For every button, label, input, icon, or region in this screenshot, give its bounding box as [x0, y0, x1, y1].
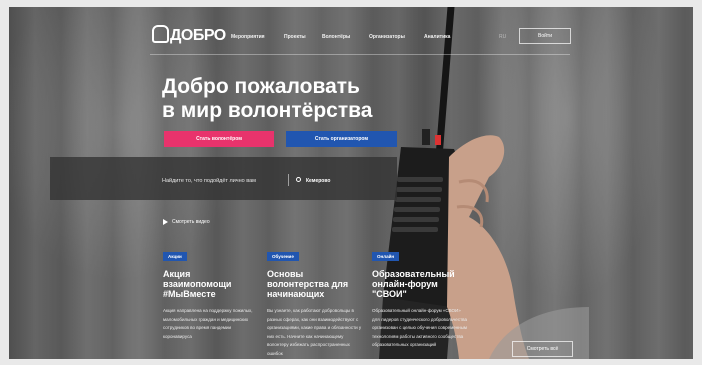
logo-text: ДОБРО	[170, 27, 226, 44]
search-divider	[288, 174, 289, 186]
become-volunteer-button[interactable]: Стать волонтёром	[164, 131, 274, 147]
nav-item-projects[interactable]: Проекты	[284, 34, 306, 40]
hero-title: Добро пожаловать в мир волонтёрства	[162, 75, 373, 122]
search-input[interactable]: Найдите то, что подойдёт лично вам	[162, 178, 256, 184]
card-tag: Обучение	[267, 252, 299, 261]
card-mutual-aid[interactable]: Акции Акция взаимопомощи #МыВместе Акция…	[163, 245, 258, 341]
card-title[interactable]: Акция взаимопомощи #МыВместе	[163, 269, 258, 299]
become-organizer-button[interactable]: Стать организатором	[286, 131, 397, 147]
location-pin-icon	[296, 177, 301, 182]
hero-background-photo: ДОБРО Мероприятия Проекты Волонтёры Орга…	[9, 7, 693, 359]
login-button[interactable]: Войти	[519, 28, 571, 44]
play-icon[interactable]	[163, 219, 168, 225]
nav-item-analytics[interactable]: Аналитика	[424, 34, 450, 40]
language-switch[interactable]: RU	[499, 34, 506, 40]
city-selector[interactable]: Кемерово	[306, 178, 330, 184]
nav-item-organizers[interactable]: Организаторы	[369, 34, 405, 40]
view-all-button[interactable]: Смотреть всё	[512, 341, 573, 357]
card-text: Акция направлена на поддержку пожилых, м…	[163, 308, 253, 339]
card-title[interactable]: Образовательный онлайн-форум "СВОИ"	[372, 269, 467, 299]
card-title[interactable]: Основы волонтерства для начинающих	[267, 269, 362, 299]
card-tag: Онлайн	[372, 252, 400, 261]
card-volunteering-basics[interactable]: Обучение Основы волонтерства для начинаю…	[267, 245, 362, 358]
card-text: Вы узнаете, как работают добровольцы в р…	[267, 308, 362, 356]
watch-video-link[interactable]: Смотреть видео	[172, 219, 210, 225]
card-tag: Акции	[163, 252, 187, 261]
card-text: Образовательный онлайн-форум «СВОИ» для …	[372, 308, 467, 347]
nav-item-events[interactable]: Мероприятия	[231, 34, 265, 40]
nav-item-volunteers[interactable]: Волонтёры	[322, 34, 350, 40]
card-online-forum[interactable]: Онлайн Образовательный онлайн-форум "СВО…	[372, 245, 467, 350]
logo-heart-icon	[152, 25, 169, 43]
logo[interactable]: ДОБРО	[152, 25, 226, 45]
header-divider	[150, 54, 570, 55]
